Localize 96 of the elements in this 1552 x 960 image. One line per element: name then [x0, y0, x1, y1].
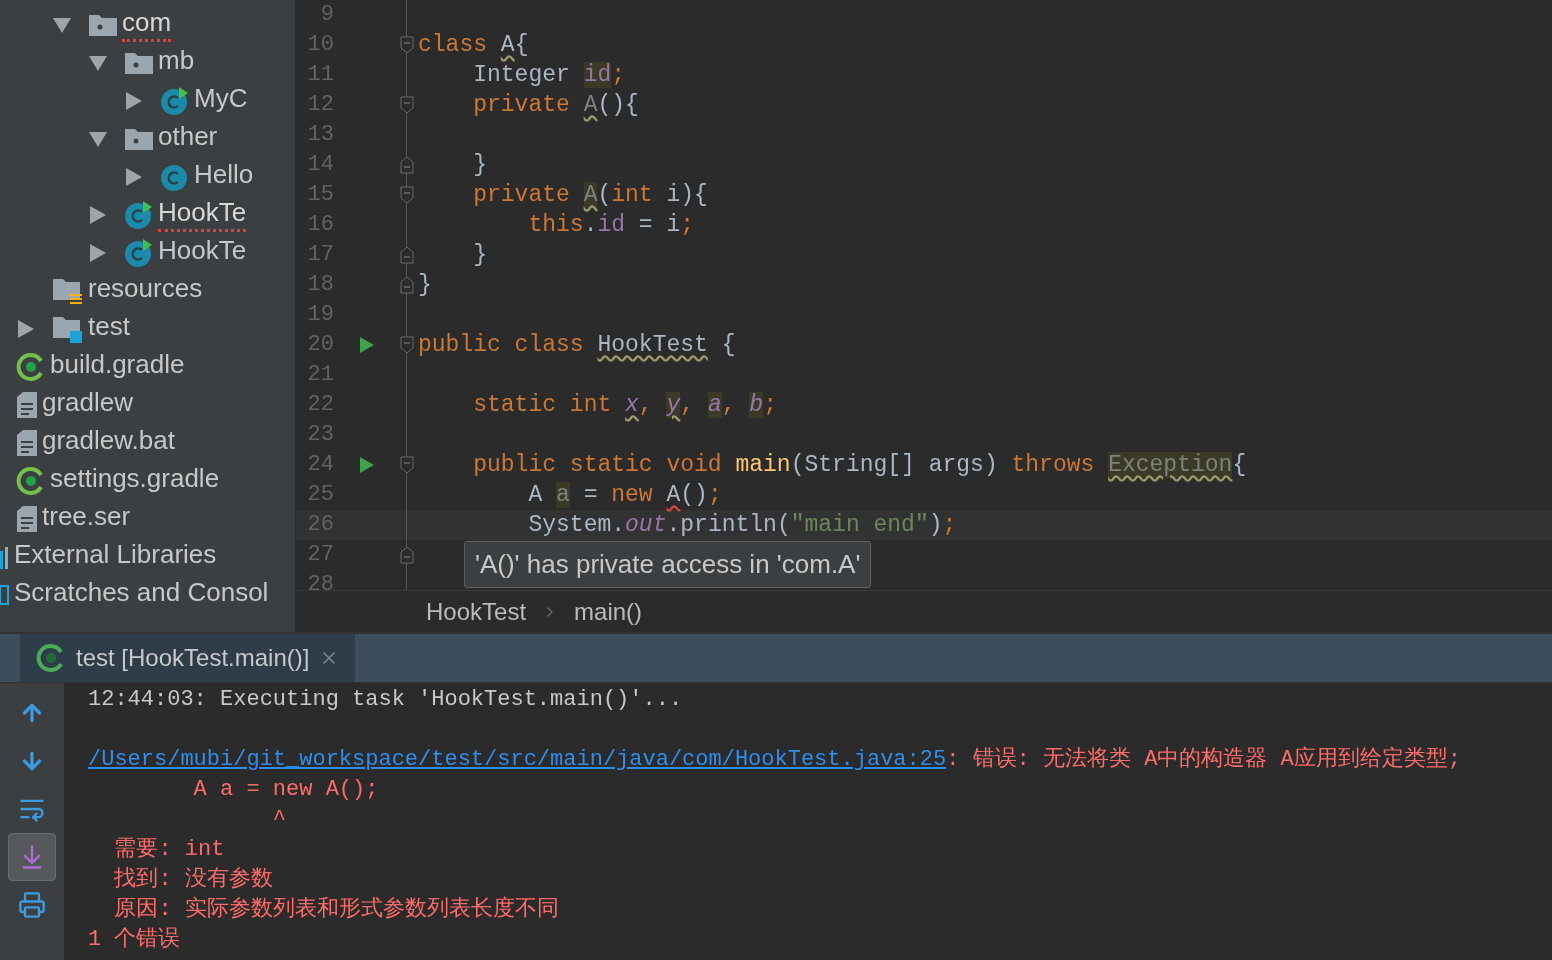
line-number: 11 — [306, 64, 334, 86]
line-number: 14 — [306, 154, 334, 176]
tree-item[interactable]: Hello — [194, 160, 254, 194]
collapsed-arrow-icon[interactable] — [124, 91, 144, 111]
code-line: class A{ — [418, 33, 529, 57]
line-number: 20 — [306, 334, 334, 356]
runnable-class-icon — [124, 238, 154, 268]
line-number: 16 — [306, 214, 334, 236]
test-folder-icon — [52, 315, 84, 343]
fold-icon[interactable] — [400, 36, 414, 54]
line-number: 28 — [306, 574, 334, 590]
tree-item[interactable]: settings.gradle — [50, 464, 220, 498]
tree-item[interactable]: tree.ser — [42, 502, 131, 536]
line-number: 9 — [319, 4, 334, 26]
line-number: 15 — [306, 184, 334, 206]
tree-item[interactable]: Scratches and Consol — [14, 578, 269, 612]
code-line: System.out.println("main end"); — [527, 513, 957, 537]
code-line: this.id = i; — [527, 213, 695, 237]
package-folder-icon — [88, 13, 118, 37]
fold-icon[interactable] — [400, 456, 414, 474]
console-line: 找到: 没有参数 — [113, 866, 273, 894]
tree-item[interactable]: External Libraries — [14, 540, 217, 574]
tree-item[interactable]: gradlew.bat — [42, 426, 175, 460]
code-line: } — [418, 273, 432, 297]
line-number: 17 — [306, 244, 334, 266]
code-line: public class HookTest { — [418, 333, 736, 357]
runnable-class-icon — [160, 86, 190, 116]
collapsed-arrow-icon[interactable] — [124, 167, 144, 187]
console-line: 1 个错误 — [88, 926, 181, 954]
tree-item[interactable]: mb — [158, 46, 195, 80]
print-icon — [18, 891, 46, 919]
line-number: 18 — [306, 274, 334, 296]
collapsed-arrow-icon[interactable] — [88, 205, 108, 225]
console-line: 原因: 实际参数列表和形式参数列表长度不同 — [113, 895, 559, 924]
runnable-class-icon — [124, 200, 154, 230]
error-tooltip: 'A()' has private access in 'com.A' — [464, 541, 872, 588]
tree-item[interactable]: test — [88, 312, 130, 346]
tree-item[interactable]: resources — [88, 274, 203, 308]
line-number: 21 — [306, 364, 334, 386]
package-folder-icon — [124, 127, 154, 151]
fold-icon[interactable] — [400, 96, 414, 114]
run-tab[interactable]: test [HookTest.main()] — [20, 634, 356, 682]
run-icon[interactable] — [359, 336, 375, 354]
file-icon — [16, 505, 38, 533]
code-line: static int x, y, a, b; — [472, 393, 777, 417]
console-line: 12:44:03: Executing task 'HookTest.main()'... — [88, 686, 683, 714]
code-line: private A(int i){ — [472, 183, 708, 207]
toolbar-button[interactable] — [8, 833, 56, 881]
code-line: } — [472, 153, 487, 177]
collapsed-arrow-icon[interactable] — [88, 243, 108, 263]
fold-icon[interactable] — [400, 276, 414, 294]
code-line: } — [472, 243, 487, 267]
line-number: 13 — [306, 124, 334, 146]
fold-icon[interactable] — [400, 546, 414, 564]
file-link[interactable]: /Users/mubi/git_workspace/test/src/main/java/com/HookTest.java:25 — [88, 745, 947, 775]
fold-icon[interactable] — [400, 246, 414, 264]
scratches-icon — [0, 584, 10, 606]
run-icon[interactable] — [359, 456, 375, 474]
line-number: 12 — [306, 94, 334, 116]
resources-folder-icon — [52, 277, 84, 305]
line-number: 25 — [306, 484, 334, 506]
tree-item[interactable]: MyC — [194, 84, 248, 118]
collapsed-arrow-icon[interactable] — [16, 319, 36, 339]
console-line: 需要: int — [113, 836, 225, 864]
file-icon — [16, 429, 38, 457]
console-line: ^ — [271, 806, 287, 834]
line-number: 27 — [306, 544, 334, 566]
tree-item[interactable]: HookTe — [158, 198, 247, 232]
breadcrumb[interactable]: main() — [574, 593, 643, 630]
code-line: private A(){ — [472, 93, 639, 117]
code-line: A a = new A(); — [527, 483, 722, 507]
tree-item[interactable]: build.gradle — [50, 350, 185, 384]
console-line: : 错误: 无法将类 A中的构造器 A应用到给定类型; — [946, 745, 1461, 774]
package-folder-icon — [124, 51, 154, 75]
line-number: 10 — [306, 34, 334, 56]
tree-item[interactable]: other — [158, 122, 218, 156]
line-number: 19 — [306, 304, 334, 326]
tree-item[interactable]: HookTe — [158, 236, 247, 270]
line-number: 24 — [306, 454, 334, 476]
code-line: public static void main(String[] args) throws Exception{ — [472, 453, 1247, 477]
expanded-arrow-icon[interactable] — [88, 53, 108, 73]
line-number: 23 — [306, 424, 334, 446]
console-line: A a = new A(); — [192, 776, 379, 804]
tree-item[interactable]: com — [122, 8, 172, 42]
fold-icon[interactable] — [400, 186, 414, 204]
file-icon — [16, 391, 38, 419]
tree-item[interactable]: gradlew — [42, 388, 134, 422]
fold-icon[interactable] — [400, 156, 414, 174]
fold-icon[interactable] — [400, 336, 414, 354]
line-number: 22 — [306, 394, 334, 416]
expanded-arrow-icon[interactable] — [52, 15, 72, 35]
breadcrumb[interactable]: HookTest — [426, 593, 527, 630]
expanded-arrow-icon[interactable] — [88, 129, 108, 149]
class-icon — [160, 162, 190, 192]
libraries-icon — [0, 545, 10, 569]
code-line: Integer id; — [472, 63, 626, 87]
